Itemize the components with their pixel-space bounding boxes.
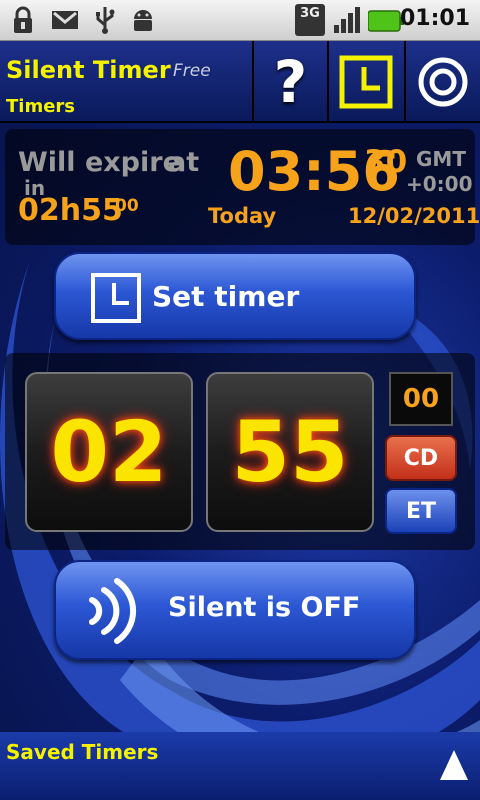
will-expire-label: Will expire — [18, 147, 181, 178]
timers-tab-button[interactable] — [327, 41, 402, 123]
usb-icon — [96, 7, 115, 34]
app-title: Silent Timer — [6, 56, 171, 84]
section-title: Timers — [6, 96, 76, 117]
clock-time: 01:01 — [399, 6, 470, 31]
silent-status-label: Silent is OFF — [168, 592, 361, 623]
sound-waves-icon — [89, 578, 137, 644]
silent-toggle-button[interactable]: Silent is OFF — [54, 560, 416, 660]
et-label: ET — [405, 498, 437, 524]
set-timer-label: Set timer — [152, 280, 300, 313]
minutes-display[interactable]: 55 — [206, 372, 374, 532]
lock-icon — [14, 6, 32, 33]
expire-date: 12/02/2011 — [348, 204, 480, 228]
saved-timers-bar[interactable]: Saved Timers — [0, 732, 480, 800]
gmt-offset: +0:00 — [406, 172, 473, 196]
countdown-mode-button[interactable]: CD — [385, 435, 457, 481]
cd-label: CD — [403, 445, 439, 471]
gmail-icon — [52, 11, 78, 29]
seconds-display[interactable]: 00 — [389, 372, 453, 426]
expiration-time-mode-button[interactable]: ET — [385, 488, 457, 534]
remaining-seconds: 00 — [115, 196, 139, 216]
network-type-label: 3G — [300, 6, 320, 21]
network-3g-icon: 3G — [295, 4, 325, 36]
hours-value: 02 — [50, 403, 168, 501]
settings-button[interactable] — [404, 41, 480, 123]
hours-display[interactable]: 02 — [25, 372, 193, 532]
at-label: at — [168, 147, 200, 178]
status-bar: 3G 01:01 — [0, 0, 480, 41]
expire-day: Today — [208, 204, 277, 228]
saved-timers-label: Saved Timers — [6, 740, 159, 764]
clock-icon — [91, 273, 141, 323]
remaining-time: 02h55 — [18, 193, 123, 228]
signal-icon — [334, 7, 360, 33]
expand-up-icon[interactable] — [438, 748, 470, 782]
gmt-label: GMT — [416, 147, 466, 171]
expire-seconds: 30 — [364, 144, 408, 180]
clock-icon — [339, 55, 392, 109]
minutes-value: 55 — [231, 403, 349, 501]
battery-icon — [368, 10, 404, 32]
seconds-value: 00 — [402, 384, 440, 414]
set-timer-button[interactable]: Set timer — [54, 252, 416, 340]
help-button[interactable]: ? — [252, 41, 327, 123]
settings-icon — [418, 57, 468, 107]
edition-label: Free — [173, 61, 211, 81]
android-debug-icon — [134, 10, 152, 31]
help-icon: ? — [273, 48, 308, 116]
